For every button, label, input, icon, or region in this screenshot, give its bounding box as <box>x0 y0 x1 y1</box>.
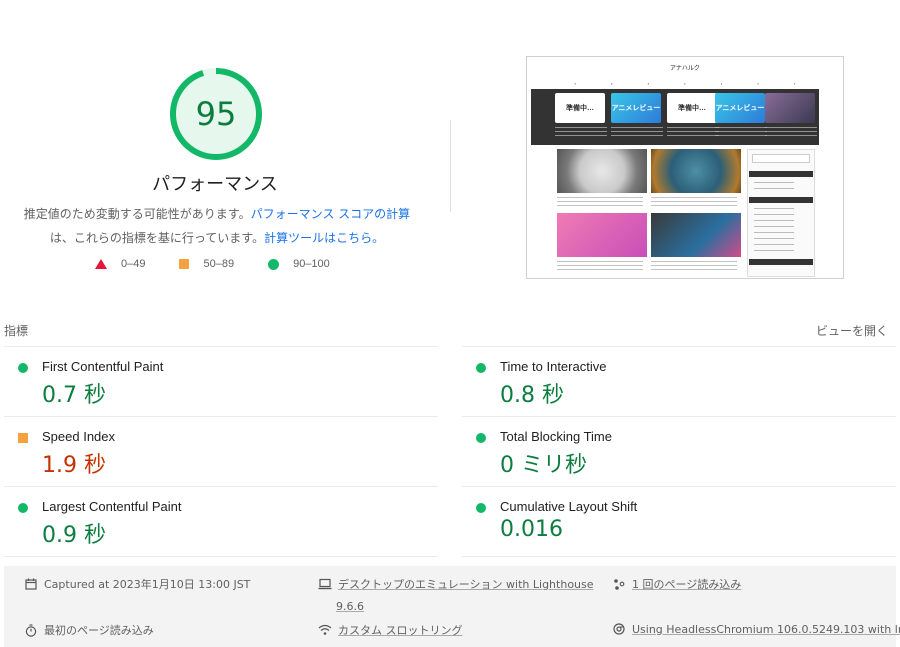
metric-speed-index: Speed Index 1.9 秒 <box>4 416 438 487</box>
metric-value: 1.9 秒 <box>42 453 106 478</box>
pass-circle-icon <box>18 503 28 513</box>
thumb-card: 準備中… <box>555 93 605 123</box>
metric-value: 0.9 秒 <box>42 523 106 548</box>
desc-text-1: 推定値のため変動する可能性があります。 <box>23 207 251 221</box>
gauge-score: 95 <box>195 95 237 133</box>
thumb-card-image <box>765 93 815 123</box>
captured-text: Captured at 2023年1月10日 13:00 JST <box>44 578 251 591</box>
metric-name: Time to Interactive <box>500 359 607 374</box>
divider <box>450 120 451 212</box>
thumb-post-grid <box>557 149 743 275</box>
metric-value: 0.016 <box>500 517 563 542</box>
thumb-caption <box>715 127 767 137</box>
initial-load-text: 最初のページ読み込み <box>44 624 154 637</box>
divider <box>462 556 896 557</box>
score-legend: 0–49 50–89 90–100 <box>95 258 364 270</box>
metric-largest-contentful-paint: Largest Contentful Paint 0.9 秒 <box>4 486 438 557</box>
circle-icon <box>268 258 280 270</box>
gauge-description: 推定値のため変動する可能性があります。パフォーマンス スコアの計算 は、これらの… <box>20 202 414 250</box>
metric-value: 0 ミリ秒 <box>500 453 587 478</box>
thumb-caption <box>555 127 607 137</box>
throttling-info[interactable]: カスタム スロットリング <box>318 622 463 638</box>
average-square-icon <box>18 433 28 443</box>
emulation-version: 9.6.6 <box>336 600 364 613</box>
pass-circle-icon <box>18 363 28 373</box>
pass-circle-icon <box>476 363 486 373</box>
final-screenshot-thumbnail[interactable]: アナハルク ▪ ▪ ▪ ▪ ▪ ▪ ▪ 準備中… アニメレビュー 準備中… アニメレビュー <box>526 56 844 279</box>
runtime-settings: Captured at 2023年1月10日 13:00 JST デスクトップの… <box>4 566 900 647</box>
triangle-icon <box>95 259 107 269</box>
metric-first-contentful-paint: First Contentful Paint 0.7 秒 <box>4 346 438 417</box>
expand-view-toggle[interactable]: ビューを開く <box>816 322 888 339</box>
thumb-featured-band: 準備中… アニメレビュー 準備中… アニメレビュー <box>531 89 819 145</box>
square-icon <box>179 259 190 269</box>
metric-value: 0.8 秒 <box>500 383 564 408</box>
thumb-post <box>651 149 741 209</box>
score-calc-link[interactable]: パフォーマンス スコアの計算 <box>251 207 411 221</box>
metric-time-to-interactive: Time to Interactive 0.8 秒 <box>462 346 896 417</box>
legend-fail: 0–49 <box>95 258 145 270</box>
emulation-info[interactable]: デスクトップのエミュレーション with Lighthouse <box>318 576 594 592</box>
legend-label: 90–100 <box>293 258 330 270</box>
legend-pass: 90–100 <box>268 258 330 270</box>
thumb-subtitle <box>527 71 843 76</box>
thumb-card: アニメレビュー <box>715 93 765 123</box>
performance-gauge: 95 <box>168 66 264 162</box>
pass-circle-icon <box>476 503 486 513</box>
thumb-caption <box>667 127 719 137</box>
legend-label: 0–49 <box>121 258 146 270</box>
version-text[interactable]: 9.6.6 <box>336 600 364 613</box>
metric-cumulative-layout-shift: Cumulative Layout Shift 0.016 <box>462 486 896 557</box>
metric-name: Speed Index <box>42 429 116 444</box>
emulation-text[interactable]: デスクトップのエミュレーション with Lighthouse <box>338 576 594 592</box>
thumb-post <box>557 213 647 273</box>
initial-load-info: 最初のページ読み込み <box>24 622 154 638</box>
thumb-card: 準備中… <box>667 93 717 123</box>
laptop-icon <box>318 577 332 591</box>
page-loads-info[interactable]: 1 回のページ読み込み <box>612 576 741 592</box>
thumb-caption <box>611 127 663 137</box>
nodes-icon <box>612 577 626 591</box>
metric-name: First Contentful Paint <box>42 359 164 374</box>
calendar-icon <box>24 577 38 591</box>
desc-text-2: は、これらの指標を基に行っています。 <box>49 231 265 245</box>
thumb-nav: ▪ ▪ ▪ ▪ ▪ ▪ ▪ <box>574 81 796 86</box>
metric-name: Cumulative Layout Shift <box>500 499 638 514</box>
legend-average: 50–89 <box>179 258 234 270</box>
thumb-post <box>557 149 647 209</box>
metric-total-blocking-time: Total Blocking Time 0 ミリ秒 <box>462 416 896 487</box>
wifi-icon <box>318 623 332 637</box>
page-loads-text[interactable]: 1 回のページ読み込み <box>632 576 741 592</box>
metrics-title: 指標 <box>4 324 29 338</box>
browser-info[interactable]: Using HeadlessChromium 106.0.5249.103 wi… <box>612 622 900 636</box>
thumb-card: アニメレビュー <box>611 93 661 123</box>
pass-circle-icon <box>476 433 486 443</box>
throttling-text[interactable]: カスタム スロットリング <box>338 622 463 638</box>
thumb-post <box>651 213 741 273</box>
thumb-sidebar <box>747 149 815 277</box>
legend-label: 50–89 <box>203 258 235 270</box>
stopwatch-icon <box>24 623 38 637</box>
gauge-title: パフォーマンス <box>152 174 278 195</box>
captured-at: Captured at 2023年1月10日 13:00 JST <box>24 576 250 592</box>
divider <box>4 556 438 557</box>
chrome-icon <box>612 622 626 636</box>
metric-name: Largest Contentful Paint <box>42 499 182 514</box>
metric-value: 0.7 秒 <box>42 383 106 408</box>
calculator-link[interactable]: 計算ツールはこちら。 <box>264 231 384 245</box>
metric-name: Total Blocking Time <box>500 429 612 444</box>
thumb-caption <box>765 127 817 137</box>
browser-text[interactable]: Using HeadlessChromium 106.0.5249.103 wi… <box>632 623 900 636</box>
